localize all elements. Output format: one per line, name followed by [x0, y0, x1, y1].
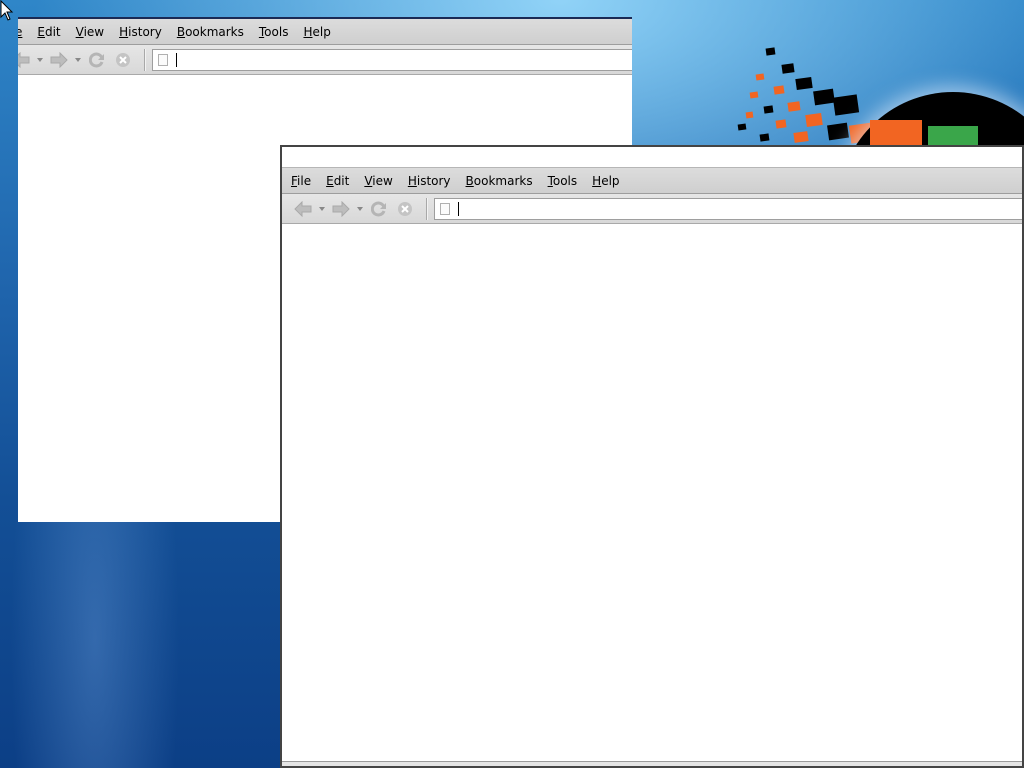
- menu-bookmarks[interactable]: Bookmarks: [463, 174, 541, 188]
- menu-bookmarks[interactable]: Bookmarks: [174, 25, 252, 39]
- menu-tools[interactable]: Tools: [256, 25, 297, 39]
- menubar: File Edit View History Bookmarks Tools H…: [282, 168, 1022, 194]
- menu-history[interactable]: History: [405, 174, 459, 188]
- back-dropdown-icon[interactable]: [34, 49, 46, 71]
- toolbar-separator: [426, 197, 428, 220]
- reload-icon[interactable]: [84, 49, 110, 71]
- menu-edit[interactable]: Edit: [323, 174, 357, 188]
- navigation-toolbar: [282, 194, 1022, 224]
- text-caret: [458, 201, 459, 216]
- status-bar: [282, 761, 1022, 766]
- back-dropdown-icon[interactable]: [316, 198, 328, 220]
- url-bar[interactable]: [434, 197, 1022, 220]
- menubar: e Edit View History Bookmarks Tools Help: [18, 19, 632, 45]
- navigation-toolbar: [18, 45, 632, 75]
- page-icon: [158, 53, 168, 66]
- menu-view[interactable]: View: [73, 25, 112, 39]
- menu-help[interactable]: Help: [589, 174, 627, 188]
- url-input[interactable]: [465, 199, 1022, 218]
- page-icon: [440, 202, 450, 215]
- stop-icon[interactable]: [392, 198, 418, 220]
- page-content-area[interactable]: [282, 225, 1022, 766]
- forward-dropdown-icon[interactable]: [72, 49, 84, 71]
- window-titlebar[interactable]: [282, 147, 1022, 168]
- forward-arrow-icon[interactable]: [46, 49, 72, 71]
- windows-logo: [730, 40, 1024, 150]
- browser-window-foreground[interactable]: File Edit View History Bookmarks Tools H…: [280, 145, 1024, 768]
- text-caret: [176, 52, 177, 67]
- forward-dropdown-icon[interactable]: [354, 198, 366, 220]
- mouse-cursor-icon: [0, 0, 14, 22]
- url-input[interactable]: [183, 50, 632, 69]
- menu-file[interactable]: File: [288, 174, 319, 188]
- reload-icon[interactable]: [366, 198, 392, 220]
- menu-history[interactable]: History: [116, 25, 170, 39]
- stop-icon[interactable]: [110, 49, 136, 71]
- back-arrow-icon[interactable]: [18, 49, 34, 71]
- menu-file[interactable]: e: [18, 25, 30, 39]
- forward-arrow-icon[interactable]: [328, 198, 354, 220]
- menu-tools[interactable]: Tools: [545, 174, 586, 188]
- toolbar-separator: [144, 48, 146, 71]
- menu-view[interactable]: View: [361, 174, 400, 188]
- menu-help[interactable]: Help: [300, 25, 338, 39]
- back-arrow-icon[interactable]: [290, 198, 316, 220]
- menu-edit[interactable]: Edit: [34, 25, 68, 39]
- url-bar[interactable]: [152, 48, 632, 71]
